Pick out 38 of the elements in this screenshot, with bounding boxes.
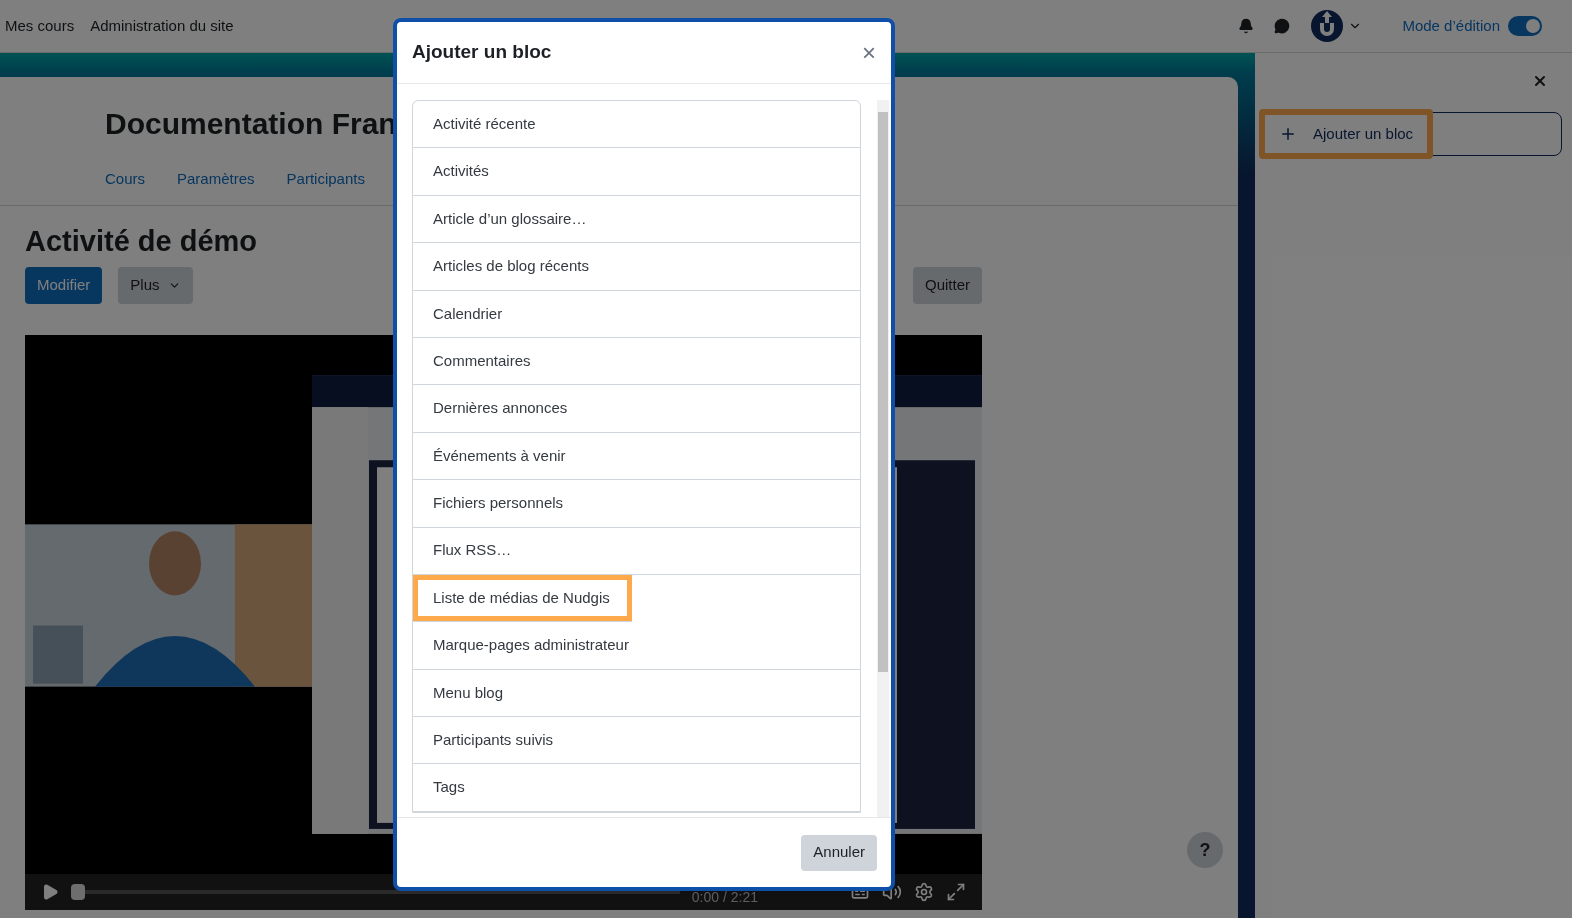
messages-icon[interactable] bbox=[1274, 18, 1291, 34]
close-icon[interactable] bbox=[1532, 73, 1548, 89]
cancel-button[interactable]: Annuler bbox=[801, 834, 877, 871]
block-list-item[interactable]: Événements à venir bbox=[413, 432, 860, 481]
block-list-item[interactable]: Activités bbox=[413, 148, 860, 196]
edit-mode-toggle[interactable] bbox=[1508, 16, 1542, 36]
video-time: 0:00 / 2:21 bbox=[691, 888, 758, 907]
block-list-item[interactable]: Marque-pages administrateur bbox=[413, 622, 860, 670]
block-list-item[interactable]: Calendrier bbox=[413, 290, 860, 338]
play-icon[interactable] bbox=[41, 883, 59, 901]
edit-mode-label: Mode d’édition bbox=[1402, 15, 1500, 36]
block-list-item[interactable]: Dernières annonces bbox=[413, 385, 860, 433]
block-list-item[interactable]: Articles de blog récents bbox=[413, 243, 860, 291]
quit-button[interactable]: Quitter bbox=[913, 267, 982, 304]
scrollbar[interactable] bbox=[877, 100, 889, 817]
block-list-item[interactable]: Participants suivis bbox=[413, 717, 860, 765]
notifications-icon[interactable] bbox=[1238, 18, 1255, 34]
plus-icon bbox=[1279, 125, 1297, 143]
more-button[interactable]: Plus bbox=[118, 267, 193, 304]
block-list-item[interactable]: Flux RSS… bbox=[413, 527, 860, 575]
block-list-item[interactable]: Article d’un glossaire… bbox=[413, 195, 860, 244]
nav-link[interactable]: Mes cours bbox=[5, 14, 75, 38]
block-list-item[interactable]: Fichiers personnels bbox=[413, 480, 860, 528]
progress-thumb[interactable] bbox=[71, 884, 85, 900]
user-avatar-icon[interactable] bbox=[1310, 9, 1345, 43]
course-title: Documentation Fran bbox=[105, 106, 397, 142]
block-list-item[interactable]: Menu blog bbox=[413, 669, 860, 718]
settings-icon[interactable] bbox=[914, 882, 934, 902]
nav-link[interactable]: Administration du site bbox=[90, 14, 234, 38]
block-list-item[interactable]: Activité récente bbox=[413, 101, 860, 149]
block-list-item[interactable]: Commentaires bbox=[413, 337, 860, 386]
add-block-button[interactable]: Ajouter un bloc bbox=[1262, 112, 1562, 156]
fullscreen-icon[interactable] bbox=[946, 882, 966, 902]
block-list-item[interactable]: Liste de médias de Nudgis bbox=[413, 574, 632, 623]
close-button[interactable]: × bbox=[862, 40, 876, 65]
activity-title: Activité de démo bbox=[25, 223, 258, 259]
dialog-title: Ajouter un bloc bbox=[412, 40, 552, 65]
block-list-item[interactable]: Tags bbox=[413, 764, 860, 812]
